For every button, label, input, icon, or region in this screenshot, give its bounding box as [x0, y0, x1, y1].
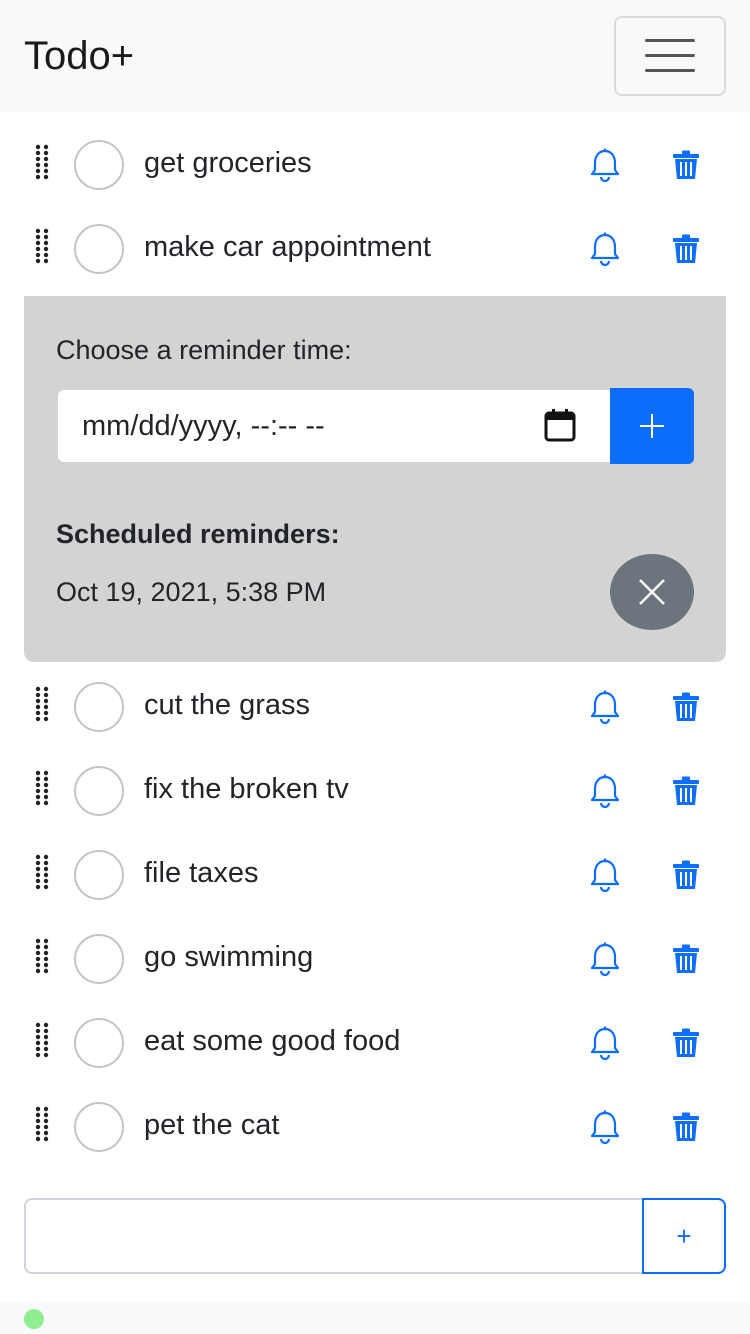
app-title: Todo+: [24, 34, 135, 78]
menu-toggle-button[interactable]: [614, 16, 726, 96]
reminder-panel: Choose a reminder time: mm/dd/yyyy, --:-…: [24, 296, 726, 662]
trash-icon[interactable]: [672, 234, 700, 264]
add-reminder-button[interactable]: [610, 388, 694, 464]
todo-checkbox[interactable]: [74, 1018, 124, 1068]
trash-icon[interactable]: [672, 944, 700, 974]
todo-checkbox[interactable]: [74, 682, 124, 732]
todo-item: fix the broken tv: [0, 766, 750, 850]
add-todo-button[interactable]: +: [642, 1198, 726, 1274]
navbar: Todo+: [0, 0, 750, 112]
todo-checkbox[interactable]: [74, 850, 124, 900]
todo-checkbox[interactable]: [74, 1102, 124, 1152]
todo-text: cut the grass: [144, 689, 311, 721]
grip-vertical-icon[interactable]: [34, 1106, 50, 1142]
new-todo-input[interactable]: [24, 1198, 644, 1274]
reminder-label: Choose a reminder time:: [56, 335, 352, 365]
trash-icon[interactable]: [672, 776, 700, 806]
bell-icon[interactable]: [589, 774, 621, 808]
bell-icon[interactable]: [589, 858, 621, 892]
trash-icon[interactable]: [672, 860, 700, 890]
datetime-placeholder: mm/dd/yyyy, --:-- --: [82, 410, 325, 442]
grip-vertical-icon[interactable]: [34, 228, 50, 264]
hamburger-menu-icon: [645, 39, 695, 72]
bell-icon[interactable]: [589, 232, 621, 266]
todo-item: go swimming: [0, 934, 750, 1018]
bell-icon[interactable]: [589, 1026, 621, 1060]
todo-text: get groceries: [144, 147, 312, 179]
reminder-datetime-input[interactable]: mm/dd/yyyy, --:-- --: [58, 390, 610, 462]
calendar-icon[interactable]: [544, 408, 576, 442]
grip-vertical-icon[interactable]: [34, 770, 50, 806]
status-indicator: [24, 1309, 44, 1329]
todo-text: pet the cat: [144, 1109, 280, 1141]
bell-icon[interactable]: [589, 690, 621, 724]
bell-icon[interactable]: [589, 942, 621, 976]
todo-checkbox[interactable]: [74, 766, 124, 816]
todo-checkbox[interactable]: [74, 140, 124, 190]
bell-icon[interactable]: [589, 1110, 621, 1144]
scheduled-reminders-title: Scheduled reminders:: [56, 519, 340, 549]
todo-text: file taxes: [144, 857, 259, 889]
plus-icon: [640, 414, 664, 438]
trash-icon[interactable]: [672, 1028, 700, 1058]
grip-vertical-icon[interactable]: [34, 938, 50, 974]
bell-icon[interactable]: [589, 148, 621, 182]
todo-item: get groceries: [0, 140, 750, 224]
todo-item: eat some good food: [0, 1018, 750, 1102]
todo-item: file taxes: [0, 850, 750, 934]
add-todo-label: +: [676, 1221, 692, 1251]
trash-icon[interactable]: [672, 150, 700, 180]
trash-icon[interactable]: [672, 692, 700, 722]
todo-checkbox[interactable]: [74, 224, 124, 274]
todo-text: go swimming: [144, 941, 314, 973]
trash-icon[interactable]: [672, 1112, 700, 1142]
scheduled-reminder: Oct 19, 2021, 5:38 PM: [56, 577, 327, 607]
todo-item: pet the cat: [0, 1102, 750, 1186]
remove-reminder-button[interactable]: [610, 554, 694, 630]
todo-text: eat some good food: [144, 1025, 401, 1057]
todo-checkbox[interactable]: [74, 934, 124, 984]
footer: [0, 1302, 750, 1334]
todo-text: fix the broken tv: [144, 773, 349, 805]
todo-item: cut the grass: [0, 682, 750, 766]
grip-vertical-icon[interactable]: [34, 854, 50, 890]
close-icon: [639, 579, 665, 605]
grip-vertical-icon[interactable]: [34, 686, 50, 722]
todo-text: make car appointment: [144, 231, 431, 263]
grip-vertical-icon[interactable]: [34, 144, 50, 180]
grip-vertical-icon[interactable]: [34, 1022, 50, 1058]
